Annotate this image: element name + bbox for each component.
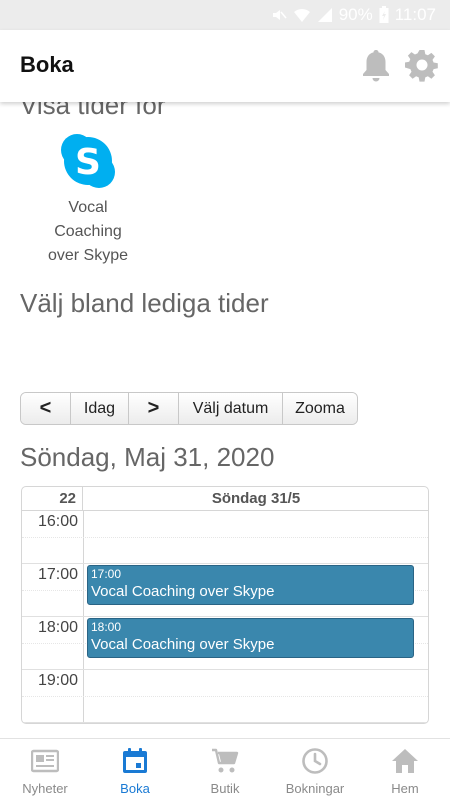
- cart-icon: [212, 748, 239, 773]
- visa-heading: Visa tider för: [20, 102, 166, 120]
- nav-label: Butik: [210, 781, 240, 796]
- zoom-button[interactable]: Zooma: [283, 393, 357, 424]
- app-header: Boka: [0, 30, 450, 102]
- calendar-event[interactable]: 17:00 Vocal Coaching over Skype: [87, 565, 414, 605]
- hour-label: 17:00: [37, 566, 78, 583]
- skype-icon: S: [61, 134, 115, 188]
- nav-item-butik[interactable]: Butik: [180, 739, 270, 800]
- gear-icon[interactable]: [405, 48, 439, 82]
- main-content: Visa tider för S Vocal Coaching over Sky…: [0, 102, 450, 738]
- event-title: Vocal Coaching over Skype: [91, 583, 275, 600]
- nav-label: Hem: [391, 781, 419, 796]
- nav-label: Nyheter: [22, 781, 68, 796]
- page-title: Boka: [20, 52, 74, 77]
- hour-label: 16:00: [37, 513, 78, 530]
- hour-row[interactable]: 19:00: [22, 670, 428, 723]
- event-time: 17:00: [91, 567, 122, 581]
- hour-label: 18:00: [37, 619, 78, 636]
- mute-icon: [272, 10, 287, 20]
- status-bar: 90% 11:07: [0, 0, 450, 30]
- nav-item-bokningar[interactable]: Bokningar: [270, 739, 360, 800]
- half-hour-line: [22, 696, 428, 697]
- hour-row[interactable]: 16:00: [22, 511, 428, 564]
- service-card[interactable]: S Vocal Coaching over Skype: [38, 132, 138, 268]
- valj-heading: Välj bland lediga tider: [20, 288, 269, 318]
- svg-text:S: S: [75, 142, 101, 183]
- clock-icon: [302, 748, 328, 774]
- today-button[interactable]: Idag: [71, 393, 129, 424]
- battery-icon: [379, 6, 389, 23]
- event-time: 18:00: [91, 620, 122, 634]
- half-hour-line: [22, 537, 428, 538]
- week-number: 22: [22, 487, 83, 511]
- status-icons: 90% 11:07: [271, 0, 436, 30]
- hour-label: 19:00: [37, 672, 78, 689]
- next-button[interactable]: >: [129, 393, 179, 424]
- service-label: Vocal Coaching over Skype: [47, 199, 129, 264]
- signal-icon: [317, 8, 332, 22]
- nav-item-boka[interactable]: Boka: [90, 739, 180, 800]
- calendar-header: 22 Söndag 31/5: [22, 487, 428, 511]
- calendar-event[interactable]: 18:00 Vocal Coaching over Skype: [87, 618, 414, 658]
- wifi-icon: [293, 8, 310, 22]
- pick-date-button[interactable]: Välj datum: [179, 393, 283, 424]
- day-header: Söndag 31/5: [211, 490, 301, 507]
- event-title: Vocal Coaching over Skype: [91, 636, 275, 653]
- nav-label: Boka: [120, 781, 150, 796]
- date-heading: Söndag, Maj 31, 2020: [20, 442, 275, 472]
- home-icon: [392, 749, 418, 773]
- bottom-nav: Nyheter Boka Butik Bokningar Hem: [0, 738, 450, 800]
- calendar-icon: [123, 748, 147, 773]
- calendar-toolbar: < Idag > Välj datum Zooma: [20, 392, 358, 425]
- prev-button[interactable]: <: [21, 393, 71, 424]
- nav-label: Bokningar: [285, 781, 345, 796]
- nav-item-nyheter[interactable]: Nyheter: [0, 739, 90, 800]
- clock-time: 11:07: [394, 5, 436, 24]
- nav-item-hem[interactable]: Hem: [360, 739, 450, 800]
- newspaper-icon: [31, 749, 59, 773]
- day-calendar: 22 Söndag 31/5 16:00 17:00 18:00 19:00 1…: [21, 486, 429, 724]
- bell-icon[interactable]: [360, 48, 392, 82]
- battery-percent: 90%: [338, 5, 373, 24]
